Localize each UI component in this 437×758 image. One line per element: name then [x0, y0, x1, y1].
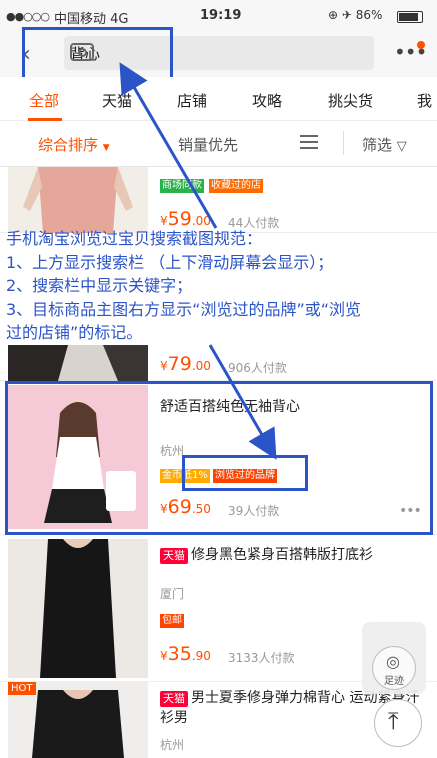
product-image [8, 345, 148, 381]
chevron-down-icon: ▼ [102, 143, 110, 153]
status-icons: ⊕ ✈ 86% [328, 8, 383, 22]
filter-button[interactable]: 筛选 ▽ [362, 134, 407, 155]
category-tabs: 全部 天猫 店铺 攻略 挑尖货 我 [0, 77, 437, 121]
signal-strength: ●●○○○ [6, 10, 50, 23]
filter-icon: ▽ [396, 139, 407, 154]
annotation-line: 1、上方显示搜索栏 （上下滑动屏幕会显示）； [6, 252, 334, 272]
product-price: ¥35.90 [160, 643, 211, 665]
product-row[interactable]: ¥79.00 906人付款 [0, 345, 437, 381]
annotation-tag-highlight [182, 455, 308, 491]
product-image [8, 539, 148, 678]
notification-dot [417, 41, 425, 49]
sort-bar: 综合排序 ▼ 销量优先 筛选 ▽ [0, 121, 437, 167]
divider [343, 131, 344, 155]
back-to-top-button[interactable]: ⤒ [374, 699, 422, 747]
annotation-search-box-highlight [22, 27, 173, 80]
product-location: 杭州 [160, 738, 185, 752]
annotation-line: 3、目标商品主图右方显示“浏览过的品牌”或“浏览 [6, 299, 362, 319]
tag-favorited-shop: 收藏过的店 [209, 179, 263, 193]
footprint-button[interactable]: ◎ 足迹 [362, 622, 426, 694]
product-price: ¥79.00 [160, 353, 211, 375]
arrow-up-icon: ⤒ [388, 707, 399, 735]
annotation-instructions: 手机淘宝浏览过宝贝搜索截图规范： 1、上方显示搜索栏 （上下滑动屏幕会显示）； … [6, 227, 434, 345]
product-location: 厦门 [160, 587, 185, 601]
tab-tmall[interactable]: 天猫 [102, 90, 132, 111]
tag-mall-same: 商场同款 [160, 179, 204, 193]
carrier-name: 中国移动 4G [54, 12, 129, 27]
sort-comprehensive[interactable]: 综合排序 ▼ [38, 134, 110, 155]
footprint-glyph: ◎ [386, 652, 400, 671]
clock: 19:19 [200, 8, 242, 23]
product-row[interactable]: 商场同款 收藏过的店 ¥59.00 44人付款 [0, 167, 437, 233]
annotation-line: 过的店铺”的标记。 [6, 323, 143, 342]
hot-badge: HOT [8, 682, 36, 695]
battery-icon [397, 11, 423, 23]
product-image [8, 167, 148, 233]
tmall-badge: 天猫 [160, 548, 188, 564]
tab-premium[interactable]: 挑尖货 [328, 90, 373, 111]
tab-mine[interactable]: 我 [417, 90, 432, 111]
product-title: 天猫 修身黑色紧身百搭韩版打底衫 [160, 545, 420, 565]
list-view-icon[interactable] [300, 135, 318, 151]
sort-by-sales[interactable]: 销量优先 [178, 134, 238, 155]
sold-count: 3133人付款 [228, 651, 295, 665]
tab-shops[interactable]: 店铺 [177, 90, 207, 111]
annotation-line: 手机淘宝浏览过宝贝搜索截图规范： [6, 229, 263, 248]
tmall-badge: 天猫 [160, 691, 188, 707]
tab-guides[interactable]: 攻略 [252, 90, 282, 111]
tab-all[interactable]: 全部 [29, 90, 59, 111]
tag-free-shipping: 包邮 [160, 614, 184, 628]
footprint-label: 足迹 [384, 676, 404, 687]
sold-count: 906人付款 [228, 361, 287, 375]
annotation-line: 2、搜索栏中显示关键字； [6, 276, 193, 295]
